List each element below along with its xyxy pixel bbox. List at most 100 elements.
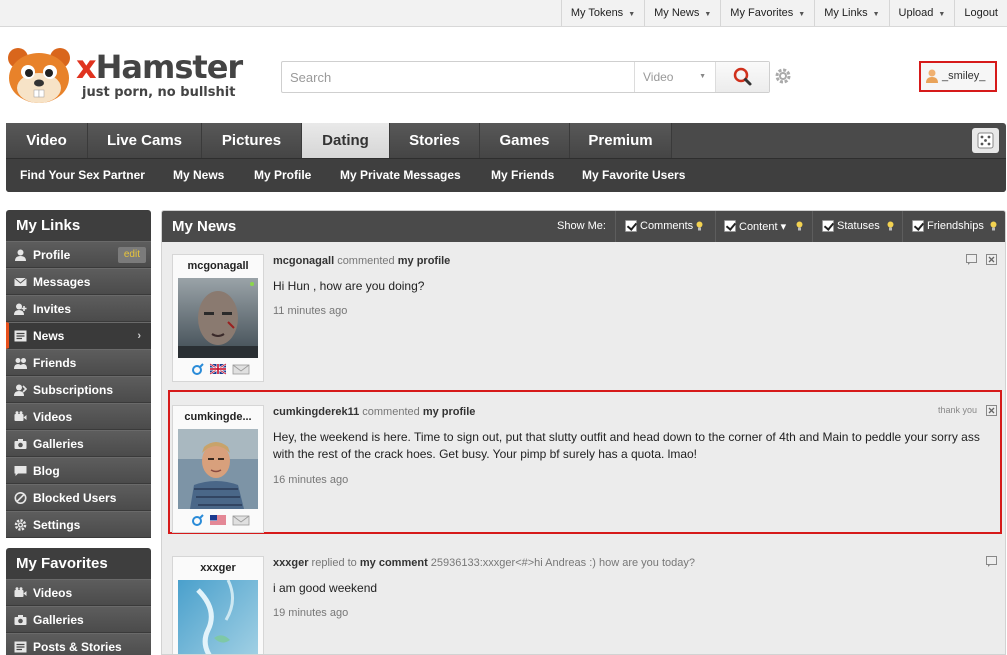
friends-icon [14, 358, 27, 369]
subnav-my-news[interactable]: My News [173, 168, 224, 182]
topbar-my-links[interactable]: My Links ▼ [814, 0, 888, 26]
user-card-icons [192, 363, 250, 375]
sidebar-item-subscriptions[interactable]: Subscriptions [6, 376, 151, 403]
logo-wordmark-rest: Hamster [95, 48, 244, 86]
my-links-heading: My Links [6, 210, 151, 241]
sidebar-item-label: Invites [33, 302, 72, 316]
site-logo[interactable]: xHamster just porn, no bullshit [6, 44, 246, 106]
filter-checkbox[interactable] [724, 220, 736, 232]
sidebar-item-invites[interactable]: Invites [6, 295, 151, 322]
filter-label: Comments [640, 220, 693, 232]
chevron-down-icon: ▼ [798, 11, 806, 18]
topbar-logout[interactable]: Logout [954, 0, 1007, 26]
envelope-icon[interactable] [232, 364, 250, 375]
sidebar-item-posts-stories[interactable]: Posts & Stories [6, 633, 151, 655]
reply-icon[interactable] [966, 254, 977, 265]
sidebar-item-friends[interactable]: Friends [6, 349, 151, 376]
subscriptions-icon [14, 384, 27, 396]
news-author-link[interactable]: mcgonagall [273, 255, 334, 267]
sidebar-item-videos[interactable]: Videos [6, 403, 151, 430]
chevron-down-icon: ▼ [628, 11, 636, 18]
tab-live-cams[interactable]: Live Cams [88, 123, 202, 158]
user-account-button[interactable]: _smiley_ [919, 61, 997, 92]
topbar-my-favorites[interactable]: My Favorites ▼ [720, 0, 814, 26]
tab-stories[interactable]: Stories [390, 123, 480, 158]
edit-profile-button[interactable]: edit [117, 247, 146, 263]
my-links-list: Profile edit Messages Invites News › Friends Su… [6, 241, 151, 538]
close-icon[interactable] [986, 254, 997, 265]
sidebar-item-galleries[interactable]: Galleries [6, 430, 151, 457]
filter-checkbox[interactable] [912, 220, 924, 232]
chevron-down-icon[interactable]: ▾ [778, 221, 787, 233]
us-flag-icon [210, 515, 226, 525]
sidebar-item-news[interactable]: News › [6, 322, 151, 349]
news-target-link[interactable]: my comment [360, 557, 428, 569]
topbar-my-news[interactable]: My News ▼ [644, 0, 720, 26]
filter-label: Content ▾ [739, 220, 786, 233]
tab-pictures[interactable]: Pictures [202, 123, 302, 158]
thank-you-link[interactable]: thank you [938, 405, 977, 415]
news-item-meta: xxxger replied to my comment 25936133:xx… [273, 557, 695, 569]
male-gender-icon [192, 514, 204, 526]
user-avatar-photo[interactable] [178, 429, 258, 509]
search-input[interactable] [282, 62, 634, 92]
sidebar-item-label: Blog [33, 464, 60, 478]
filter-statuses[interactable]: Statuses [812, 211, 901, 242]
photo-camera-icon [14, 439, 27, 449]
sidebar-item-blog[interactable]: Blog [6, 457, 151, 484]
sidebar-item-label: Galleries [33, 437, 84, 451]
sidebar-item-galleries[interactable]: Galleries [6, 606, 151, 633]
reply-icon[interactable] [986, 556, 997, 567]
sidebar-item-blocked-users[interactable]: Blocked Users [6, 484, 151, 511]
news-item-text: i am good weekend [273, 581, 378, 595]
filter-checkbox[interactable] [625, 220, 637, 232]
subnav-my-profile[interactable]: My Profile [254, 168, 311, 182]
lightbulb-icon[interactable] [990, 221, 997, 231]
close-icon[interactable] [986, 405, 997, 416]
sidebar-item-label: Posts & Stories [33, 640, 122, 654]
sidebar-item-label: Friends [33, 356, 77, 370]
tab-dating[interactable]: Dating [302, 123, 390, 158]
search-type-select[interactable]: Video ▼ [634, 62, 715, 92]
news-target-link[interactable]: my profile [398, 255, 451, 267]
envelope-icon[interactable] [232, 515, 250, 526]
sidebar-item-settings[interactable]: Settings [6, 511, 151, 538]
topbar-my-tokens[interactable]: My Tokens ▼ [560, 0, 644, 26]
tab-video[interactable]: Video [6, 123, 88, 158]
topbar-item-label: My News [654, 7, 700, 19]
filter-checkbox[interactable] [822, 220, 834, 232]
lightbulb-icon[interactable] [887, 221, 894, 231]
tab-premium[interactable]: Premium [570, 123, 672, 158]
random-dice-button[interactable] [972, 128, 999, 153]
user-card[interactable]: xxxger [172, 556, 264, 655]
news-item-meta: mcgonagall commented my profile [273, 255, 450, 267]
chevron-right-icon: › [137, 330, 141, 342]
sidebar-item-messages[interactable]: Messages [6, 268, 151, 295]
topbar-upload[interactable]: Upload ▼ [888, 0, 955, 26]
user-card-name: cumkingde... [184, 411, 252, 423]
filter-content[interactable]: Content ▾ [715, 211, 811, 242]
sidebar-item-profile[interactable]: Profile edit [6, 241, 151, 268]
news-item-time: 16 minutes ago [273, 474, 349, 486]
search-button[interactable] [715, 62, 769, 92]
news-target-link[interactable]: my profile [423, 406, 476, 418]
subnav-my-friends[interactable]: My Friends [491, 168, 554, 182]
logo-wordmark: xHamster [76, 48, 244, 86]
news-author-link[interactable]: xxxger [273, 557, 308, 569]
tab-games[interactable]: Games [480, 123, 570, 158]
lightbulb-icon[interactable] [796, 221, 803, 231]
subnav-my-favorite-users[interactable]: My Favorite Users [582, 168, 685, 182]
search-settings-gear-icon[interactable] [774, 67, 792, 85]
lightbulb-icon[interactable] [696, 221, 703, 231]
news-author-link[interactable]: cumkingderek11 [273, 406, 359, 418]
filter-friendships[interactable]: Friendships [902, 211, 1005, 242]
subnav-find-your-sex-partner[interactable]: Find Your Sex Partner [20, 168, 145, 182]
user-avatar-photo[interactable] [178, 580, 258, 655]
sidebar-item-videos[interactable]: Videos [6, 579, 151, 606]
filter-comments[interactable]: Comments [615, 211, 714, 242]
user-card[interactable]: mcgonagall [172, 254, 264, 382]
subnav-my-private-messages[interactable]: My Private Messages [340, 168, 461, 182]
user-card[interactable]: cumkingde... [172, 405, 264, 533]
logo-tagline: just porn, no bullshit [82, 85, 236, 100]
user-avatar-photo[interactable] [178, 278, 258, 358]
